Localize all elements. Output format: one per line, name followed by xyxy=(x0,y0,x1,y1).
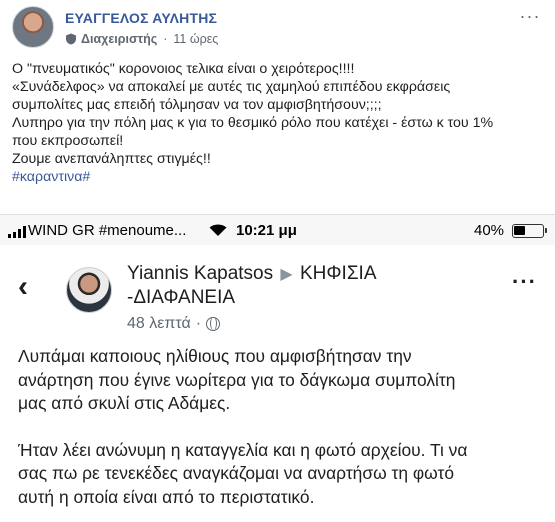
signal-strength-icon xyxy=(8,226,26,238)
share-arrow-icon: ▶ xyxy=(280,266,293,283)
phone-status-bar: WIND GR #menoume... 10:21 μμ 40% xyxy=(0,215,555,245)
shot-line: ανάρτηση που έγινε νωρίτερα για το δάγκω… xyxy=(18,369,456,390)
author-name[interactable]: ΕΥΑΓΓΕΛΟΣ ΑΥΛΗΤΗΣ xyxy=(65,10,217,26)
post-text: Ο "πνευματικός" κορονοιος τελικα είναι ο… xyxy=(12,60,547,186)
shot-group-name-cont: -ΔΙΑΦΑΝΕΙΑ xyxy=(127,287,236,308)
shot-post-meta: 48 λεπτά · xyxy=(127,315,221,333)
attached-screenshot-image[interactable]: WIND GR #menoume... 10:21 μμ 40% ‹ Yiann… xyxy=(0,214,555,522)
shot-line: μας από σκυλί στις Αδάμες. xyxy=(18,393,231,413)
post-line: συμπολίτες μας επειδή τόλμησαν να τον αμ… xyxy=(12,97,382,113)
shot-post-header: ‹ Yiannis Kapatsos ▶ ΚΗΦΙΣΙΑ -ΔΙΑΦΑΝΕΙΑ … xyxy=(0,245,555,345)
shot-author-name: Yiannis Kapatsos xyxy=(127,263,274,284)
shot-more-icon: ··· xyxy=(512,269,537,294)
back-arrow-icon: ‹ xyxy=(18,270,28,303)
wifi-icon xyxy=(209,224,227,236)
globe-icon xyxy=(206,317,221,331)
shot-post-text: Λυπάμαι καποιους ηλίθιους που αμφισβήτησ… xyxy=(18,345,548,509)
shot-line: Ήταν λέει ανώνυμη η καταγγελία και η φωτ… xyxy=(18,439,468,460)
more-options-button[interactable]: ··· xyxy=(518,7,542,28)
admin-badge-icon xyxy=(66,33,76,45)
post-line: Ο "πνευματικός" κορονοιος τελικα είναι ο… xyxy=(12,61,355,77)
meta-separator: · xyxy=(163,32,168,46)
shot-line: Λυπάμαι καποιους ηλίθιους που αμφισβήτησ… xyxy=(18,346,412,366)
shot-author-line: Yiannis Kapatsos ▶ ΚΗΦΙΣΙΑ xyxy=(127,263,377,285)
facebook-post: ΕΥΑΓΓΕΛΟΣ ΑΥΛΗΤΗΣ Διαχειριστής · 11 ώρες… xyxy=(0,0,555,522)
battery-percentage: 40% xyxy=(474,222,505,239)
post-line: «Συνάδελφος» να αποκαλεί με αυτές τις χα… xyxy=(12,79,451,95)
shot-line: σας πω ρε τενεκέδες αναγκάζομαι να αναρτ… xyxy=(18,463,455,483)
post-line: Λυπηρο για την πόλη μας κ για το θεσμικό… xyxy=(12,115,494,131)
battery-icon xyxy=(512,224,547,238)
carrier-name: WIND GR #menoume... xyxy=(28,222,187,239)
hashtag-link[interactable]: #καραντινα# xyxy=(12,168,547,186)
shot-line: αυτή η οποία είναι από το περιστατικό. xyxy=(18,486,315,507)
post-line: που εκπροσωπεί! xyxy=(12,133,124,149)
shot-meta-separator: · xyxy=(195,315,202,332)
status-time: 10:21 μμ xyxy=(236,222,297,239)
post-line: Ζουμε ανεπανάληπτες στιγμές!! xyxy=(12,151,211,167)
post-meta: Διαχειριστής · 11 ώρες xyxy=(65,32,218,46)
post-header: ΕΥΑΓΓΕΛΟΣ ΑΥΛΗΤΗΣ Διαχειριστής · 11 ώρες… xyxy=(12,6,542,56)
shot-group-name: ΚΗΦΙΣΙΑ xyxy=(299,263,377,284)
post-timestamp[interactable]: 11 ώρες xyxy=(173,32,218,46)
author-avatar[interactable] xyxy=(12,6,54,48)
shot-author-avatar xyxy=(66,267,112,313)
shot-timestamp: 48 λεπτά xyxy=(127,315,191,332)
admin-role-label: Διαχειριστής xyxy=(81,32,158,46)
